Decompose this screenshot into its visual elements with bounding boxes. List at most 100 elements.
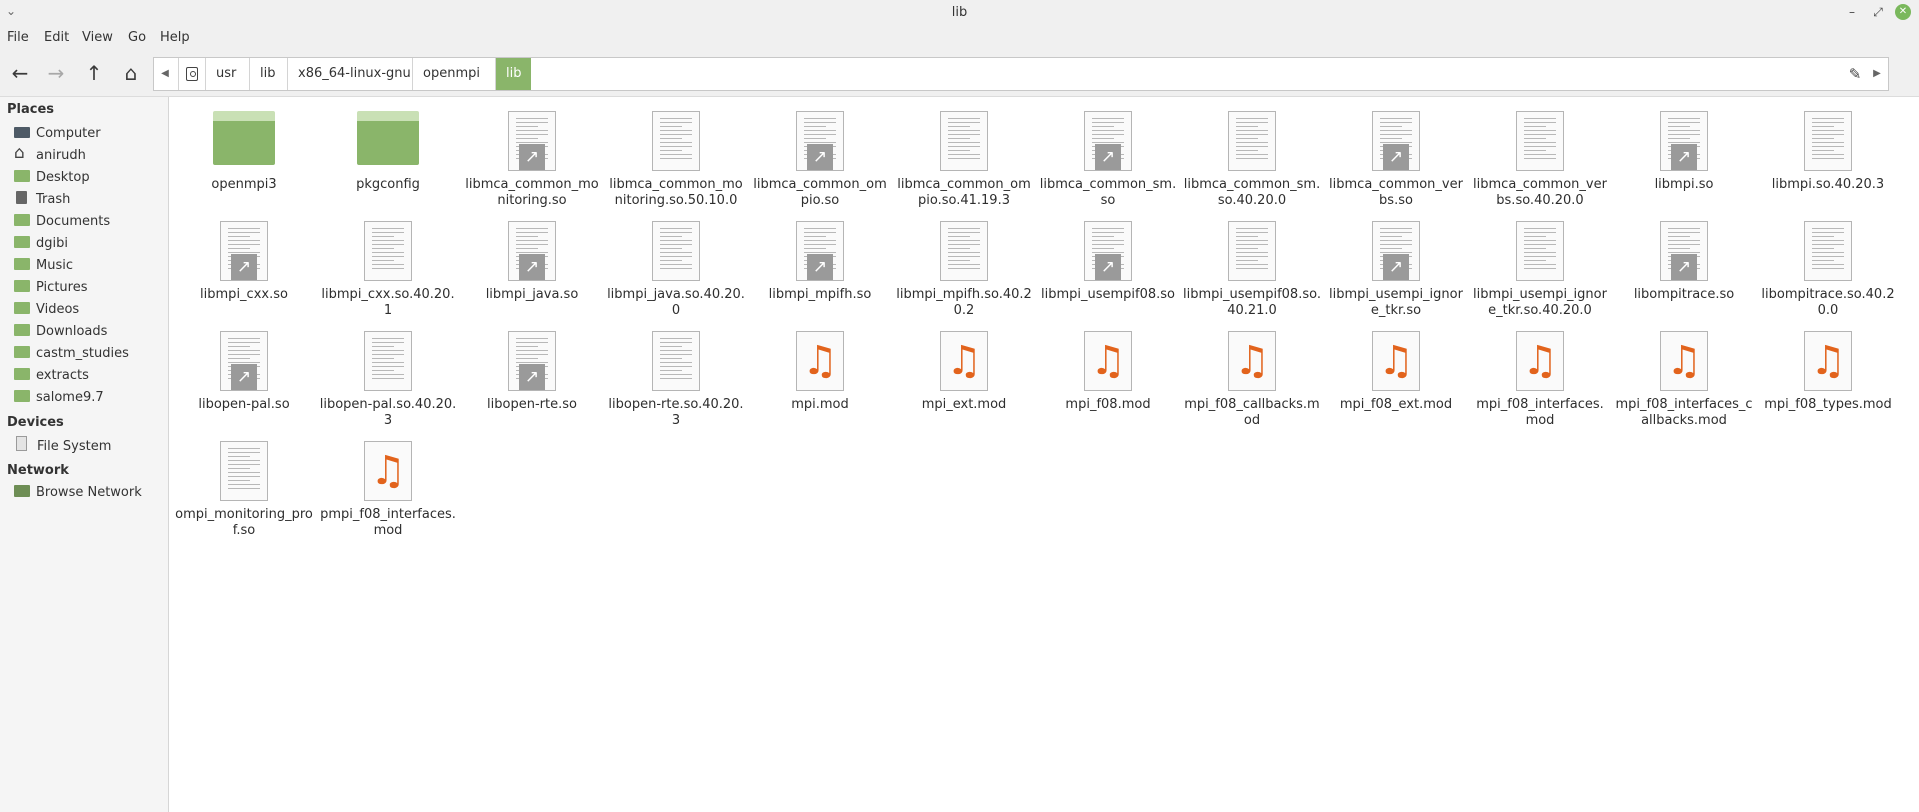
sidebar-item-documents[interactable]: Documents bbox=[14, 212, 110, 232]
file-item[interactable]: ↗ libmca_common_verbs.so bbox=[1326, 105, 1466, 209]
file-name: mpi_f08.mod bbox=[1065, 397, 1151, 412]
menu-go[interactable]: Go bbox=[128, 30, 146, 45]
file-item[interactable]: ♫ mpi.mod bbox=[750, 325, 890, 429]
sidebar-item-label: Browse Network bbox=[36, 485, 142, 500]
symlink-arrow-icon: ↗ bbox=[519, 364, 545, 390]
folder-icon bbox=[14, 170, 30, 182]
file-item[interactable]: libmpi_java.so.40.20.0 bbox=[606, 215, 746, 319]
file-item[interactable]: libmpi_mpifh.so.40.20.2 bbox=[894, 215, 1034, 319]
file-name: libmpi_java.so.40.20.0 bbox=[607, 287, 745, 318]
file-item[interactable]: libmpi.so.40.20.3 bbox=[1758, 105, 1898, 209]
path-scroll-left-icon[interactable]: ◀ bbox=[154, 58, 176, 90]
file-name: mpi_f08_types.mod bbox=[1764, 397, 1892, 412]
file-name: libmpi_usempi_ignore_tkr.so.40.20.0 bbox=[1473, 287, 1607, 318]
file-item[interactable]: ↗ libmca_common_sm.so bbox=[1038, 105, 1178, 209]
drive-icon[interactable] bbox=[178, 58, 205, 90]
file-name: pkgconfig bbox=[356, 177, 420, 192]
breadcrumb-x86_64-linux-gnu[interactable]: x86_64-linux-gnu bbox=[287, 58, 421, 90]
file-item[interactable]: libopen-pal.so.40.20.3 bbox=[318, 325, 458, 429]
symlink-arrow-icon: ↗ bbox=[1671, 144, 1697, 170]
sidebar-item-dgibi[interactable]: dgibi bbox=[14, 234, 68, 254]
sidebar-item-computer[interactable]: Computer bbox=[14, 124, 101, 144]
folder-icon bbox=[14, 214, 30, 226]
sidebar-item-file-system[interactable]: File System bbox=[14, 436, 111, 456]
sidebar-item-pictures[interactable]: Pictures bbox=[14, 278, 87, 298]
sidebar-item-anirudh[interactable]: anirudh bbox=[14, 143, 86, 166]
file-item[interactable]: ♫ mpi_f08_interfaces_callbacks.mod bbox=[1614, 325, 1754, 429]
up-icon[interactable]: ↑ bbox=[80, 60, 108, 86]
menu-file[interactable]: File bbox=[7, 30, 29, 45]
file-item[interactable]: libmpi_usempif08.so.40.21.0 bbox=[1182, 215, 1322, 319]
file-item[interactable]: ↗ libopen-pal.so bbox=[174, 325, 314, 429]
breadcrumb-lib[interactable]: lib bbox=[249, 58, 285, 90]
file-item[interactable]: ↗ libompitrace.so bbox=[1614, 215, 1754, 319]
file-item[interactable]: ♫ mpi_f08_ext.mod bbox=[1326, 325, 1466, 429]
minimize-icon[interactable]: – bbox=[1843, 3, 1861, 21]
sidebar-item-downloads[interactable]: Downloads bbox=[14, 322, 107, 342]
file-item[interactable]: openmpi3 bbox=[174, 105, 314, 209]
edit-location-icon[interactable]: ✎ bbox=[1844, 58, 1866, 90]
file-item[interactable]: ↗ libmpi_usempi_ignore_tkr.so bbox=[1326, 215, 1466, 319]
sidebar-item-browse-network[interactable]: Browse Network bbox=[14, 483, 142, 503]
sidebar-item-label: File System bbox=[37, 439, 112, 454]
symlink-arrow-icon: ↗ bbox=[1383, 254, 1409, 280]
file-item[interactable]: ↗ libmpi_mpifh.so bbox=[750, 215, 890, 319]
close-icon[interactable]: ✕ bbox=[1895, 4, 1911, 20]
file-item[interactable]: libmca_common_ompio.so.41.19.3 bbox=[894, 105, 1034, 209]
devices-heading: Devices bbox=[7, 415, 64, 430]
home-icon[interactable]: ⌂ bbox=[117, 60, 145, 86]
file-item[interactable]: ♫ mpi_f08_types.mod bbox=[1758, 325, 1898, 429]
file-item[interactable]: ♫ mpi_ext.mod bbox=[894, 325, 1034, 429]
maximize-icon[interactable]: ⤢ bbox=[1869, 3, 1887, 21]
sidebar-item-extracts[interactable]: extracts bbox=[14, 366, 89, 386]
menu-help[interactable]: Help bbox=[160, 30, 190, 45]
sidebar-item-label: Pictures bbox=[36, 280, 88, 295]
file-item[interactable]: libmpi_cxx.so.40.20.1 bbox=[318, 215, 458, 319]
sidebar-item-trash[interactable]: Trash bbox=[14, 190, 70, 210]
file-item[interactable]: ompi_monitoring_prof.so bbox=[174, 435, 314, 539]
file-item[interactable]: ↗ libmpi_cxx.so bbox=[174, 215, 314, 319]
sidebar-item-castm-studies[interactable]: castm_studies bbox=[14, 344, 129, 364]
breadcrumb-lib-current[interactable]: lib bbox=[495, 58, 532, 90]
back-icon[interactable]: ← bbox=[6, 60, 34, 86]
sidebar-item-salome9-7[interactable]: salome9.7 bbox=[14, 388, 104, 408]
file-item[interactable]: libmca_common_monitoring.so.50.10.0 bbox=[606, 105, 746, 209]
file-item[interactable]: ♫ mpi_f08_interfaces.mod bbox=[1470, 325, 1610, 429]
file-name: mpi_f08_interfaces.mod bbox=[1476, 397, 1604, 428]
drive-icon bbox=[16, 436, 27, 451]
file-name: libmpi.so bbox=[1654, 177, 1714, 192]
menu-bar: File Edit View Go Help bbox=[0, 26, 1919, 50]
file-item[interactable]: ↗ libopen-rte.so bbox=[462, 325, 602, 429]
file-item[interactable]: ♫ mpi_f08_callbacks.mod bbox=[1182, 325, 1322, 429]
file-view: openmpi3 pkgconfig ↗ libmca_common_monitori… bbox=[169, 97, 1919, 812]
sidebar-item-label: castm_studies bbox=[36, 346, 129, 361]
file-item[interactable]: ↗ libmpi.so bbox=[1614, 105, 1754, 209]
breadcrumb-usr[interactable]: usr bbox=[205, 58, 246, 90]
file-item[interactable]: libompitrace.so.40.20.0 bbox=[1758, 215, 1898, 319]
file-item[interactable]: ♫ mpi_f08.mod bbox=[1038, 325, 1178, 429]
sidebar-item-videos[interactable]: Videos bbox=[14, 300, 79, 320]
file-name: libmca_common_monitoring.so bbox=[465, 177, 599, 208]
file-item[interactable]: libmca_common_sm.so.40.20.0 bbox=[1182, 105, 1322, 209]
folder-icon bbox=[14, 346, 30, 358]
folder-icon bbox=[14, 280, 30, 292]
file-item[interactable]: libopen-rte.so.40.20.3 bbox=[606, 325, 746, 429]
file-name: libopen-pal.so bbox=[198, 397, 290, 412]
path-scroll-right-icon[interactable]: ▶ bbox=[1866, 58, 1888, 90]
file-item[interactable]: ↗ libmca_common_ompio.so bbox=[750, 105, 890, 209]
file-item[interactable]: libmpi_usempi_ignore_tkr.so.40.20.0 bbox=[1470, 215, 1610, 319]
file-item[interactable]: ♫ pmpi_f08_interfaces.mod bbox=[318, 435, 458, 539]
file-name: libmpi_mpifh.so bbox=[768, 287, 872, 302]
sidebar-item-label: Music bbox=[36, 258, 73, 273]
breadcrumb-openmpi[interactable]: openmpi bbox=[412, 58, 490, 90]
file-item[interactable]: libmca_common_verbs.so.40.20.0 bbox=[1470, 105, 1610, 209]
file-item[interactable]: ↗ libmpi_usempif08.so bbox=[1038, 215, 1178, 319]
menu-view[interactable]: View bbox=[82, 30, 113, 45]
file-item[interactable]: ↗ libmca_common_monitoring.so bbox=[462, 105, 602, 209]
file-item[interactable]: ↗ libmpi_java.so bbox=[462, 215, 602, 319]
forward-icon[interactable]: → bbox=[42, 60, 70, 86]
sidebar-item-music[interactable]: Music bbox=[14, 256, 73, 276]
file-item[interactable]: pkgconfig bbox=[318, 105, 458, 209]
sidebar-item-desktop[interactable]: Desktop bbox=[14, 168, 90, 188]
menu-edit[interactable]: Edit bbox=[44, 30, 69, 45]
